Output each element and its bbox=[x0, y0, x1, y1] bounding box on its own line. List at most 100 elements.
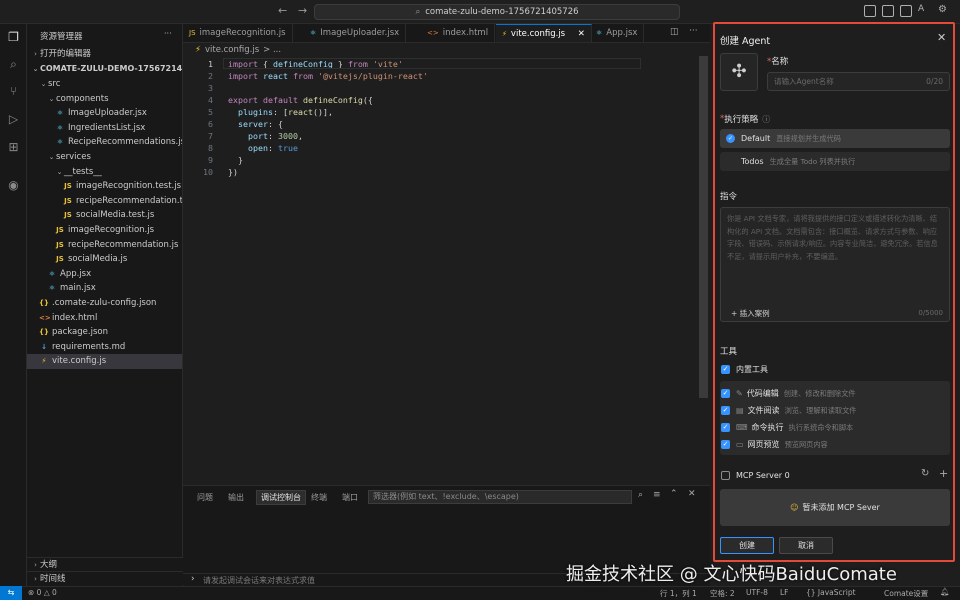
close-icon[interactable]: ✕ bbox=[937, 31, 946, 44]
problems-count[interactable]: ⊗ 0 △ 0 bbox=[28, 588, 57, 597]
extensions-icon[interactable]: ⊞ bbox=[6, 140, 21, 155]
bell-icon[interactable]: 🔔︎ bbox=[940, 587, 950, 596]
instructions-label: 指令 bbox=[720, 192, 738, 202]
tree-file[interactable]: JS recipeRecommendation.js bbox=[27, 238, 182, 253]
split-editor-icon[interactable]: ◫ bbox=[670, 27, 679, 37]
editor-tab[interactable]: ⚡ vite.config.js ✕ bbox=[496, 24, 592, 42]
chevron-up-icon[interactable]: ⌃ bbox=[670, 489, 678, 499]
cursor-position[interactable]: 行 1，列 1 bbox=[660, 588, 697, 599]
line-ending[interactable]: LF bbox=[780, 588, 789, 597]
explorer-icon[interactable]: ❐ bbox=[6, 30, 21, 45]
comate-icon[interactable]: ◉ bbox=[6, 178, 21, 193]
checkbox-icon[interactable] bbox=[721, 471, 730, 480]
more-actions-icon[interactable]: ··· bbox=[689, 26, 698, 36]
panel-tab[interactable]: 调试控制台 bbox=[256, 490, 306, 505]
builtin-tools-toggle[interactable]: ✓ 内置工具 bbox=[721, 361, 949, 378]
explorer-more-icon[interactable]: ··· bbox=[164, 29, 172, 38]
tree-file[interactable]: ⚡ vite.config.js bbox=[27, 354, 182, 369]
toggle-sidebar-icon[interactable] bbox=[864, 5, 876, 17]
checkbox-icon[interactable]: ✓ bbox=[721, 365, 730, 374]
editor-tab[interactable]: ⚛ ImageUploader.jsx bbox=[304, 24, 407, 42]
accounts-icon[interactable]: A bbox=[918, 4, 924, 14]
editor-tab[interactable]: <> index.html bbox=[421, 24, 496, 42]
search-icon[interactable]: ⌕ bbox=[638, 490, 643, 500]
comate-settings[interactable]: Comate设置 bbox=[884, 588, 928, 599]
toggle-panel-icon[interactable] bbox=[882, 5, 894, 17]
strategy-todos[interactable]: Todos 生成全量 Todo 列表并执行 bbox=[720, 152, 950, 171]
checkbox-icon[interactable]: ✓ bbox=[721, 389, 730, 398]
line-number: 10 bbox=[203, 167, 213, 177]
tab-file-icon: ⚛ bbox=[310, 29, 317, 37]
agent-name-input[interactable]: 请输入Agent名称 0/20 bbox=[767, 72, 950, 91]
tree-file[interactable]: JS socialMedia.js bbox=[27, 252, 182, 267]
panel-tab[interactable]: 输出 bbox=[228, 492, 244, 503]
tree-file[interactable]: ⚛ IngredientsList.jsx bbox=[27, 121, 182, 136]
tree-folder[interactable]: ⌄ components bbox=[27, 92, 182, 107]
js-icon: JS bbox=[64, 182, 72, 191]
debug-filter-input[interactable]: 筛选器(例如 text、!exclude、\escape) bbox=[368, 490, 632, 504]
tree-file[interactable]: <>index.html bbox=[27, 311, 182, 326]
editor-tab[interactable]: JS imageRecognition.js bbox=[183, 24, 293, 42]
search-icon[interactable]: ⌕ bbox=[6, 57, 21, 72]
create-button[interactable]: 创建 bbox=[720, 537, 774, 554]
tool-item[interactable]: ✓ ✎ 代码编辑 创建、修改和删除文件 bbox=[721, 385, 949, 402]
editor-scrollbar[interactable] bbox=[699, 56, 708, 398]
tree-file[interactable]: {} package.json bbox=[27, 325, 182, 340]
project-root[interactable]: ⌄COMATE-ZULU-DEMO-17567214057... bbox=[27, 62, 182, 77]
indentation[interactable]: 空格: 2 bbox=[710, 588, 735, 599]
tree-file[interactable]: ⚛ RecipeRecommendations.jsx bbox=[27, 135, 182, 150]
tree-file[interactable]: ⚛ main.jsx bbox=[27, 281, 182, 296]
mcp-server-row[interactable]: MCP Server 0 bbox=[721, 467, 949, 484]
tree-file[interactable]: JS recipeRecommendation.te... bbox=[27, 194, 182, 209]
insert-example-button[interactable]: + 插入案例 bbox=[731, 308, 770, 319]
back-arrow-icon[interactable]: ← bbox=[278, 4, 287, 17]
cancel-button[interactable]: 取消 bbox=[779, 537, 833, 554]
remote-indicator-icon[interactable]: ⇆ bbox=[0, 586, 22, 600]
checkbox-icon[interactable]: ✓ bbox=[721, 440, 730, 449]
tree-file[interactable]: JS socialMedia.test.js bbox=[27, 208, 182, 223]
tool-item[interactable]: ✓ ⌨ 命令执行 执行系统命令和脚本 bbox=[721, 419, 949, 436]
close-tab-icon[interactable]: ✕ bbox=[575, 29, 585, 39]
tree-folder[interactable]: ⌄ services bbox=[27, 150, 182, 165]
toggle-secondary-sidebar-icon[interactable] bbox=[900, 5, 912, 17]
close-panel-icon[interactable]: ✕ bbox=[688, 489, 696, 499]
add-icon[interactable]: + bbox=[939, 467, 948, 480]
tree-folder[interactable]: ⌄ __tests__ bbox=[27, 165, 182, 180]
help-icon[interactable]: ⓘ bbox=[762, 114, 770, 125]
code-editor[interactable]: 1 2 3 4 5 6 7 8 9 10 import { defineConfig } from… bbox=[183, 56, 710, 484]
tool-item[interactable]: ✓ ▭ 网页预览 预览网页内容 bbox=[721, 436, 949, 453]
timeline-section[interactable]: › 时间线 bbox=[27, 571, 183, 585]
source-control-icon[interactable]: ⑂ bbox=[6, 84, 21, 99]
tools-label: 工具 bbox=[720, 347, 738, 357]
tree-file[interactable]: ⚛ ImageUploader.jsx bbox=[27, 106, 182, 121]
outline-section[interactable]: › 大纲 bbox=[27, 557, 183, 571]
command-center-search[interactable]: ⌕ comate-zulu-demo-1756721405726 bbox=[314, 4, 680, 20]
mcp-empty-state: ☺ 暂未添加 MCP Sever bbox=[720, 489, 950, 526]
agent-avatar-icon[interactable]: ✣ bbox=[720, 53, 758, 91]
forward-arrow-icon[interactable]: → bbox=[298, 4, 307, 17]
tool-item[interactable]: ✓ ▤ 文件阅读 浏览、理解和读取文件 bbox=[721, 402, 949, 419]
tree-folder[interactable]: ⌄ src bbox=[27, 77, 182, 92]
panel-tab[interactable]: 问题 bbox=[197, 492, 213, 503]
run-debug-icon[interactable]: ▷ bbox=[6, 112, 21, 127]
open-editors-section[interactable]: › 打开的编辑器 bbox=[27, 47, 182, 62]
instructions-textarea[interactable]: 你是 API 文档专家，请将我提供的接口定义或描述转化为清晰、结构化的 API … bbox=[720, 207, 950, 322]
clear-console-icon[interactable]: ≡ bbox=[653, 490, 661, 500]
settings-gear-icon[interactable]: ⚙ bbox=[938, 4, 947, 15]
encoding[interactable]: UTF-8 bbox=[746, 588, 768, 597]
strategy-default[interactable]: ✓ Default 直接规划并生成代码 bbox=[720, 129, 950, 148]
panel-tab[interactable]: 端口 bbox=[342, 492, 358, 503]
checkbox-icon[interactable]: ✓ bbox=[721, 423, 730, 432]
refresh-icon[interactable]: ↻ bbox=[921, 468, 929, 479]
breadcrumb-file[interactable]: vite.config.js bbox=[205, 45, 259, 55]
editor-tab[interactable]: ⚛ App.jsx bbox=[590, 24, 645, 42]
language-mode[interactable]: {} JavaScript bbox=[806, 588, 856, 597]
tree-file[interactable]: JS imageRecognition.test.js bbox=[27, 179, 182, 194]
panel-tab[interactable]: 终端 bbox=[311, 492, 327, 503]
tree-file[interactable]: JS imageRecognition.js bbox=[27, 223, 182, 238]
checkbox-icon[interactable]: ✓ bbox=[721, 406, 730, 415]
debug-expression-input[interactable]: 请发起调试会话来对表达式求值 bbox=[203, 575, 315, 586]
tree-file[interactable]: ⚛ App.jsx bbox=[27, 267, 182, 282]
tree-file[interactable]: {} .comate-zulu-config.json bbox=[27, 296, 182, 311]
tree-file[interactable]: ↓ requirements.md bbox=[27, 340, 182, 355]
